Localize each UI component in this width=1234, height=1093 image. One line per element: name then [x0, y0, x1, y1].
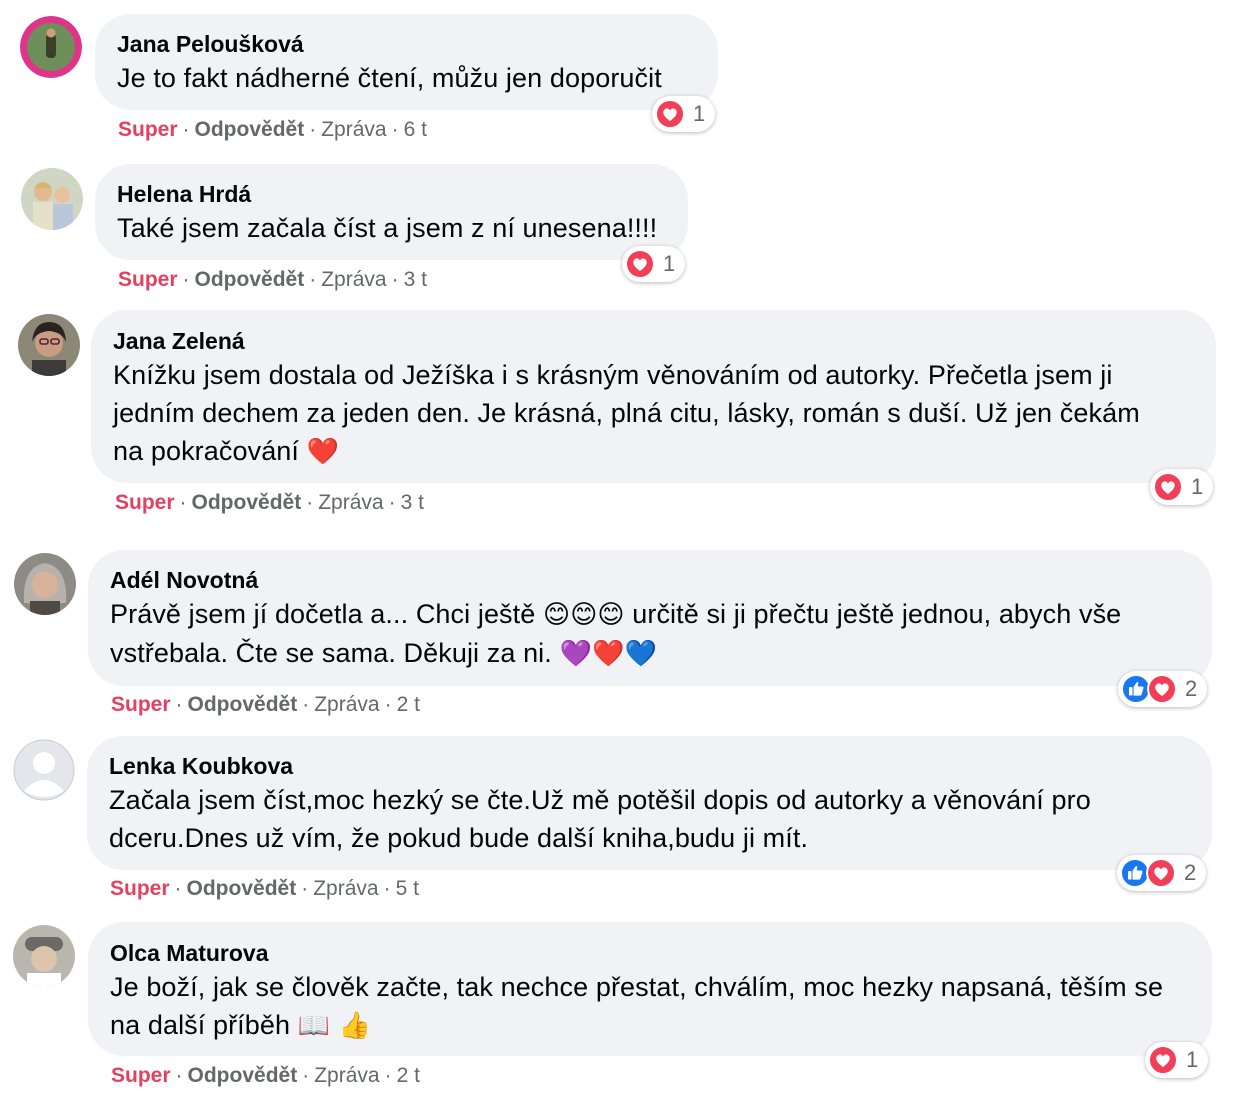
reaction-summary[interactable]: 1 [1150, 469, 1214, 505]
reaction-count: 2 [1184, 860, 1197, 885]
comment-author[interactable]: Olca Maturova [110, 938, 1190, 968]
comment-timestamp[interactable]: 5 t [396, 877, 419, 900]
hearts-emoji: 💜❤️💙 [559, 639, 657, 669]
comment-timestamp[interactable]: 2 t [397, 693, 420, 716]
reply-button[interactable]: Odpovědět [195, 268, 305, 291]
reaction-count: 2 [1185, 676, 1198, 701]
reaction-count: 1 [663, 251, 676, 276]
heart-icon [1148, 1045, 1178, 1075]
reaction-summary[interactable]: 2 [1117, 855, 1207, 891]
smiling-emoji: 😊😊😊 [543, 600, 625, 630]
avatar[interactable] [20, 16, 82, 78]
heart-icon [655, 99, 685, 129]
comment-actions: Super · Odpovědět · Zpráva · 6 t [118, 118, 427, 141]
comment-text-line: Právě jsem jí dočetla a... Chci ještě 😊😊… [110, 595, 1190, 634]
comment-actions: Super · Odpovědět · Zpráva · 2 t [111, 1064, 420, 1087]
comment-text-fragment: Právě jsem jí dočetla a... Chci ještě [110, 599, 536, 629]
reaction-summary[interactable]: 1 [622, 246, 686, 282]
comment-author[interactable]: Jana Peloušková [117, 29, 696, 59]
reaction-count: 1 [693, 101, 706, 126]
comment-bubble: Jana Peloušková Je to fakt nádherné čten… [95, 14, 718, 110]
comment-text-fragment: určitě si ji přečtu ještě jednou, abych … [632, 599, 1122, 629]
comment-actions: Super · Odpovědět · Zpráva · 5 t [110, 877, 419, 900]
comment-author[interactable]: Jana Zelená [113, 326, 1194, 356]
comment-text-line: Je boží, jak se člověk začte, tak nechce… [110, 972, 1164, 1002]
comment-text-line: jedním dechem za jeden den. Je krásná, p… [113, 398, 1140, 428]
comment-bubble: Olca Maturova Je boží, jak se člověk zač… [88, 922, 1212, 1056]
comment-bubble: Adél Novotná Právě jsem jí dočetla a... … [88, 550, 1212, 686]
comment-actions: Super · Odpovědět · Zpráva · 2 t [111, 693, 420, 716]
comment-text-line: vstřebala. Čte se sama. Děkuji za ni. 💜❤… [110, 634, 1190, 673]
comment-text-fragment: na pokračování [113, 436, 300, 466]
comment-text: Je boží, jak se člověk začte, tak nechce… [110, 968, 1190, 1045]
reaction-summary[interactable]: 1 [652, 96, 716, 132]
comment-text-fragment: vstřebala. Čte se sama. Děkuji za ni. [110, 638, 552, 668]
avatar[interactable] [14, 553, 76, 615]
heart-icon [1146, 858, 1176, 888]
comment-text: Právě jsem jí dočetla a... Chci ještě 😊😊… [110, 595, 1190, 673]
reaction-summary[interactable]: 2 [1118, 671, 1208, 707]
comment-text: Začala jsem číst,moc hezký se čte.Už mě … [109, 781, 1190, 857]
heart-emoji: ❤️ [306, 437, 340, 467]
heart-icon [1153, 472, 1183, 502]
reaction-count: 1 [1191, 474, 1204, 499]
comment-bubble: Jana Zelená Knížku jsem dostala od Ježíš… [91, 310, 1216, 483]
comment-author[interactable]: Helena Hrdá [117, 179, 666, 209]
message-link[interactable]: Zpráva [314, 693, 379, 716]
reply-button[interactable]: Odpovědět [195, 118, 305, 141]
avatar[interactable] [13, 739, 75, 801]
message-link[interactable]: Zpráva [321, 118, 386, 141]
comment-text-line: Knížku jsem dostala od Ježíška i s krásn… [113, 360, 1113, 390]
heart-icon [625, 249, 655, 279]
comment-bubble: Lenka Koubkova Začala jsem číst,moc hezk… [87, 736, 1212, 870]
reply-button[interactable]: Odpovědět [187, 877, 297, 900]
comment-text: Je to fakt nádherné čtení, můžu jen dopo… [117, 63, 662, 93]
reaction-count: 1 [1186, 1047, 1199, 1072]
like-button[interactable]: Super [111, 1064, 171, 1087]
comment-text-line: na další příběh 📖 👍 [110, 1006, 1190, 1045]
like-button[interactable]: Super [118, 268, 178, 291]
avatar[interactable] [13, 925, 75, 987]
comment-bubble: Helena Hrdá Také jsem začala číst a jsem… [95, 164, 688, 260]
like-button[interactable]: Super [110, 877, 170, 900]
comment-timestamp[interactable]: 2 t [397, 1064, 420, 1087]
avatar[interactable] [18, 314, 80, 376]
message-link[interactable]: Zpráva [313, 877, 378, 900]
comment-text-line: Začala jsem číst,moc hezký se čte.Už mě … [109, 785, 1091, 815]
like-button[interactable]: Super [115, 491, 175, 514]
message-link[interactable]: Zpráva [321, 268, 386, 291]
comment-actions: Super · Odpovědět · Zpráva · 3 t [118, 268, 427, 291]
message-link[interactable]: Zpráva [318, 491, 383, 514]
book-thumbs-up-emoji: 📖 👍 [297, 1011, 372, 1041]
avatar[interactable] [21, 168, 83, 230]
comment-text-line: dceru.Dnes už vím, že pokud bude další k… [109, 823, 809, 853]
comment-text-line: na pokračování ❤️ [113, 432, 1194, 471]
reaction-summary[interactable]: 1 [1145, 1042, 1209, 1078]
comment-text-fragment: na další příběh [110, 1010, 291, 1040]
comment-text: Také jsem začala číst a jsem z ní unesen… [117, 213, 658, 243]
comment-text: Knížku jsem dostala od Ježíška i s krásn… [113, 356, 1194, 471]
like-button[interactable]: Super [118, 118, 178, 141]
comment-timestamp[interactable]: 6 t [404, 118, 427, 141]
heart-icon [1147, 674, 1177, 704]
reply-button[interactable]: Odpovědět [188, 693, 298, 716]
message-link[interactable]: Zpráva [314, 1064, 379, 1087]
reply-button[interactable]: Odpovědět [188, 1064, 298, 1087]
comment-timestamp[interactable]: 3 t [401, 491, 424, 514]
comment-actions: Super · Odpovědět · Zpráva · 3 t [115, 491, 424, 514]
comment-author[interactable]: Adél Novotná [110, 565, 1190, 595]
comment-timestamp[interactable]: 3 t [404, 268, 427, 291]
like-button[interactable]: Super [111, 693, 171, 716]
reply-button[interactable]: Odpovědět [192, 491, 302, 514]
comment-author[interactable]: Lenka Koubkova [109, 751, 1190, 781]
